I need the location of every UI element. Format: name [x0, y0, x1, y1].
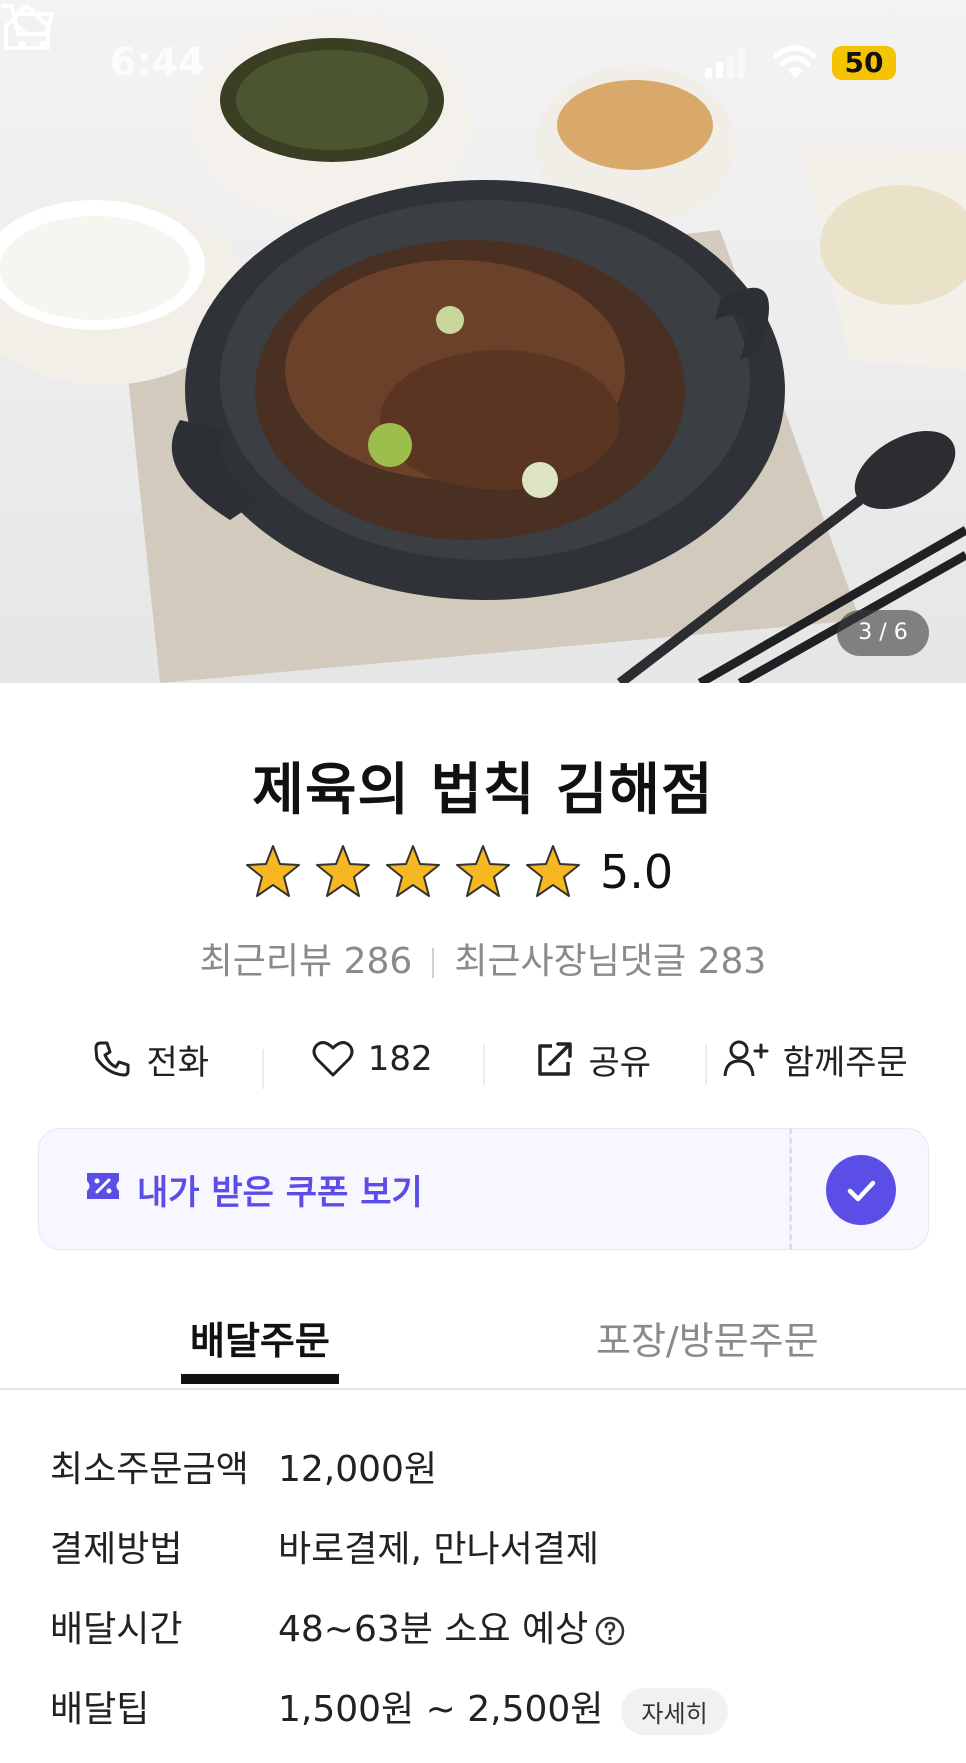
star-icon	[246, 845, 300, 897]
add-person-icon	[723, 1040, 769, 1077]
star-icon	[456, 845, 510, 897]
delivery-info: 최소주문금액 12,000원 결제방법 바로결제, 만나서결제 배달시간 48~…	[50, 1440, 930, 1760]
group-order-label: 함께주문	[782, 1042, 908, 1083]
tab-delivery[interactable]: 배달주문	[190, 1310, 330, 1365]
call-button[interactable]: 전화	[40, 1035, 262, 1084]
like-count: 182	[367, 1039, 433, 1079]
share-button[interactable]: 공유	[483, 1035, 705, 1085]
active-tab-indicator	[181, 1374, 339, 1384]
cart-icon[interactable]	[0, 0, 56, 54]
info-value: 12,000원	[278, 1449, 438, 1490]
store-actions: 전화 182 공유 함께주문	[40, 1030, 927, 1089]
rating-value: 5.0	[600, 845, 674, 899]
delivery-tip-detail-button[interactable]: 자세히	[621, 1687, 728, 1735]
status-bar: 6:44 50	[0, 0, 966, 130]
star-icon	[316, 845, 370, 897]
info-value: 바로결제, 만나서결제	[278, 1529, 599, 1570]
hero-food-image[interactable]: 6:44 50 3 / 6	[0, 0, 966, 683]
info-row-delivery-tip: 배달팁 1,500원 ~ 2,500원 자세히	[50, 1680, 930, 1760]
review-summary: 최근리뷰 286 최근사장님댓글 283	[0, 932, 966, 984]
checkmark-badge	[826, 1155, 896, 1225]
coupon-check-button[interactable]	[790, 1128, 929, 1250]
status-time: 6:44	[110, 40, 205, 84]
info-label: 배달팁	[50, 1689, 150, 1730]
battery-indicator: 50	[832, 46, 896, 80]
heart-icon	[312, 1041, 354, 1077]
divider	[432, 948, 435, 978]
recent-reviews-link[interactable]: 최근리뷰 286	[200, 941, 413, 982]
phone-icon	[94, 1041, 130, 1077]
info-value-wrap: 1,500원 ~ 2,500원 자세히	[278, 1680, 728, 1735]
coupon-icon	[87, 1173, 119, 1199]
like-button[interactable]: 182	[261, 1039, 484, 1089]
owner-replies-link[interactable]: 최근사장님댓글 283	[454, 941, 766, 982]
wifi-icon	[773, 45, 817, 78]
image-page-counter: 3 / 6	[837, 610, 929, 656]
star-icon	[386, 845, 440, 897]
coupon-label: 내가 받은 쿠폰 보기	[137, 1173, 423, 1213]
help-icon[interactable]	[594, 1615, 626, 1647]
view-coupons-button[interactable]: 내가 받은 쿠폰 보기	[38, 1128, 790, 1250]
info-label: 배달시간	[50, 1609, 183, 1650]
info-value-wrap: 48~63분 소요 예상	[278, 1600, 626, 1652]
group-order-button[interactable]: 함께주문	[704, 1035, 927, 1085]
star-icon	[526, 845, 580, 897]
share-icon	[538, 1042, 573, 1076]
order-type-tabs: 배달주문 포장/방문주문	[0, 1300, 966, 1390]
info-value: 1,500원 ~ 2,500원	[278, 1689, 604, 1730]
checkmark-icon	[847, 1180, 876, 1202]
info-row-delivery-time: 배달시간 48~63분 소요 예상	[50, 1600, 930, 1680]
share-label: 공유	[588, 1042, 652, 1083]
store-name: 제육의 법칙 김해점	[252, 758, 714, 823]
info-label: 최소주문금액	[50, 1449, 249, 1490]
info-row-payment: 결제방법 바로결제, 만나서결제	[50, 1520, 930, 1600]
call-label: 전화	[146, 1042, 210, 1083]
tab-pickup[interactable]: 포장/방문주문	[596, 1310, 819, 1365]
info-value: 48~63분 소요 예상	[278, 1609, 589, 1650]
coupon-bar: 내가 받은 쿠폰 보기	[38, 1128, 929, 1250]
info-label: 결제방법	[50, 1529, 183, 1570]
cellular-signal-icon	[705, 48, 745, 78]
rating-row: 5.0	[244, 843, 673, 901]
info-row-min-order: 최소주문금액 12,000원	[50, 1440, 930, 1520]
